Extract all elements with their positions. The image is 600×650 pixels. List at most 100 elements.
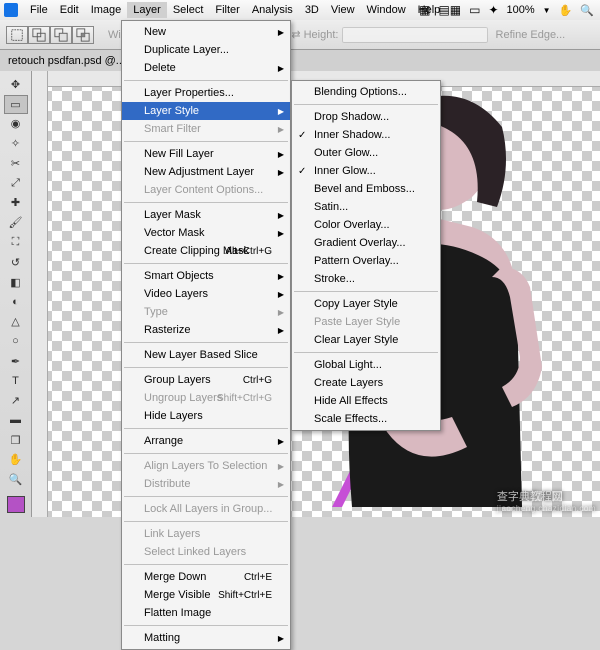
menu-item[interactable]: Layer Style▶: [122, 102, 290, 120]
menu-item[interactable]: New Layer Based Slice: [122, 346, 290, 364]
height-input[interactable]: [342, 27, 488, 43]
menu-item[interactable]: Merge VisibleShift+Ctrl+E: [122, 586, 290, 604]
menu-item: Smart Filter▶: [122, 120, 290, 138]
hand-tool-icon[interactable]: ✋: [559, 4, 573, 17]
menu-item[interactable]: Create Clipping MaskAlt+Ctrl+G: [122, 242, 290, 260]
menu-file[interactable]: File: [24, 2, 54, 18]
menu-item[interactable]: Duplicate Layer...: [122, 41, 290, 59]
history-brush-tool-icon[interactable]: ↺: [4, 253, 28, 272]
move-tool-icon[interactable]: ✥: [4, 75, 28, 94]
crop-tool-icon[interactable]: ✂: [4, 154, 28, 173]
menu-item[interactable]: Global Light...: [292, 356, 440, 374]
menu-item: Paste Layer Style: [292, 313, 440, 331]
menu-item[interactable]: ✓Inner Glow...: [292, 162, 440, 180]
dodge-tool-icon[interactable]: ○: [4, 332, 28, 351]
menu-item[interactable]: Merge DownCtrl+E: [122, 568, 290, 586]
menu-image[interactable]: Image: [85, 2, 128, 18]
swap-icon[interactable]: ⇄: [291, 29, 300, 41]
menu-analysis[interactable]: Analysis: [246, 2, 299, 18]
layer-style-submenu[interactable]: Blending Options...Drop Shadow...✓Inner …: [291, 80, 441, 431]
toolbox: ✥ ▭ ◉ ✧ ✂ ⤢ ✚ 🖌 ⛶ ↺ ◧ ◐ △ ○ ✒ T ↗ ▬ ❒ ✋ …: [0, 71, 32, 517]
3d-tool-icon[interactable]: ❒: [4, 431, 28, 450]
add-selection-icon[interactable]: [28, 26, 50, 44]
hand-tool-icon[interactable]: ✋: [4, 451, 28, 470]
lasso-tool-icon[interactable]: ◉: [4, 115, 28, 134]
menu-item[interactable]: Satin...: [292, 198, 440, 216]
menu-filter[interactable]: Filter: [209, 2, 245, 18]
eyedropper-tool-icon[interactable]: ⤢: [4, 174, 28, 193]
menu-item[interactable]: Create Layers: [292, 374, 440, 392]
menu-item: Layer Content Options...: [122, 181, 290, 199]
menu-item[interactable]: Scale Effects...: [292, 410, 440, 428]
menu-item[interactable]: Hide Layers: [122, 407, 290, 425]
menu-item[interactable]: Outer Glow...: [292, 144, 440, 162]
watermark-text: 查字典教程网: [497, 491, 563, 503]
menu-layer[interactable]: Layer: [127, 2, 167, 18]
shape-tool-icon[interactable]: ▬: [4, 411, 28, 430]
menu-item: Type▶: [122, 303, 290, 321]
ruler-vertical: [32, 71, 48, 517]
menu-item: Lock All Layers in Group...: [122, 500, 290, 518]
wand-tool-icon[interactable]: ✧: [4, 134, 28, 153]
zoom-value[interactable]: 100%: [507, 4, 535, 16]
menu-view[interactable]: View: [325, 2, 361, 18]
menu-item[interactable]: Copy Layer Style: [292, 295, 440, 313]
menu-item[interactable]: Pattern Overlay...: [292, 252, 440, 270]
menu-item[interactable]: Group LayersCtrl+G: [122, 371, 290, 389]
menu-item[interactable]: New Adjustment Layer▶: [122, 163, 290, 181]
menu-item[interactable]: Stroke...: [292, 270, 440, 288]
menu-item[interactable]: Vector Mask▶: [122, 224, 290, 242]
menu-item[interactable]: Bevel and Emboss...: [292, 180, 440, 198]
bridge-icon[interactable]: ▦: [419, 3, 430, 17]
menu-item[interactable]: New▶: [122, 23, 290, 41]
menu-item[interactable]: Color Overlay...: [292, 216, 440, 234]
menu-item[interactable]: Arrange▶: [122, 432, 290, 450]
menu-item[interactable]: Clear Layer Style: [292, 331, 440, 349]
gradient-tool-icon[interactable]: ◐: [4, 292, 28, 311]
zoom-tool-icon[interactable]: 🔍: [4, 470, 28, 489]
menu-item[interactable]: New Fill Layer▶: [122, 145, 290, 163]
menu-item[interactable]: Flatten Image: [122, 604, 290, 622]
watermark-url: jiaocheng.chazidian.com: [497, 504, 596, 513]
screen-mode-icon[interactable]: ▭: [469, 3, 480, 17]
stamp-tool-icon[interactable]: ⛶: [4, 233, 28, 252]
type-tool-icon[interactable]: T: [4, 371, 28, 390]
menu-item[interactable]: ✓Inner Shadow...: [292, 126, 440, 144]
menu-edit[interactable]: Edit: [54, 2, 85, 18]
zoom-tool-icon[interactable]: 🔍: [580, 4, 594, 17]
menu-item[interactable]: Blending Options...: [292, 83, 440, 101]
document-tab[interactable]: retouch psdfan.psd @... ×: [0, 50, 600, 72]
menu-3d[interactable]: 3D: [299, 2, 325, 18]
menu-item[interactable]: Gradient Overlay...: [292, 234, 440, 252]
menu-item: Distribute▶: [122, 475, 290, 493]
extras-icon[interactable]: ✦: [488, 3, 498, 17]
path-tool-icon[interactable]: ↗: [4, 391, 28, 410]
menu-item[interactable]: Hide All Effects: [292, 392, 440, 410]
blur-tool-icon[interactable]: △: [4, 312, 28, 331]
healing-tool-icon[interactable]: ✚: [4, 194, 28, 213]
eraser-tool-icon[interactable]: ◧: [4, 273, 28, 292]
menu-item[interactable]: Matting▶: [122, 629, 290, 647]
foreground-color-swatch[interactable]: [7, 496, 25, 513]
menu-item[interactable]: Smart Objects▶: [122, 267, 290, 285]
menu-item[interactable]: Video Layers▶: [122, 285, 290, 303]
menu-item[interactable]: Layer Mask▶: [122, 206, 290, 224]
menu-item[interactable]: Rasterize▶: [122, 321, 290, 339]
layer-menu[interactable]: New▶Duplicate Layer...Delete▶ Layer Prope…: [121, 20, 291, 650]
menu-item[interactable]: Delete▶: [122, 59, 290, 77]
menu-item[interactable]: Layer Properties...: [122, 84, 290, 102]
menu-item: Select Linked Layers: [122, 543, 290, 561]
arrange-icon[interactable]: ▤▦: [438, 3, 461, 17]
document-control-bar: Width: ⇄ Height: Refine Edge...: [0, 20, 600, 50]
menu-window[interactable]: Window: [361, 2, 412, 18]
zoom-dropdown-icon[interactable]: ▼: [543, 6, 551, 15]
subtract-selection-icon[interactable]: [50, 26, 72, 44]
intersect-selection-icon[interactable]: [72, 26, 94, 44]
new-selection-icon[interactable]: [6, 26, 28, 44]
menu-select[interactable]: Select: [167, 2, 210, 18]
pen-tool-icon[interactable]: ✒: [4, 352, 28, 371]
menu-item[interactable]: Drop Shadow...: [292, 108, 440, 126]
brush-tool-icon[interactable]: 🖌: [4, 213, 28, 232]
marquee-tool-icon[interactable]: ▭: [4, 95, 28, 114]
refine-edge-button[interactable]: Refine Edge...: [496, 29, 566, 41]
